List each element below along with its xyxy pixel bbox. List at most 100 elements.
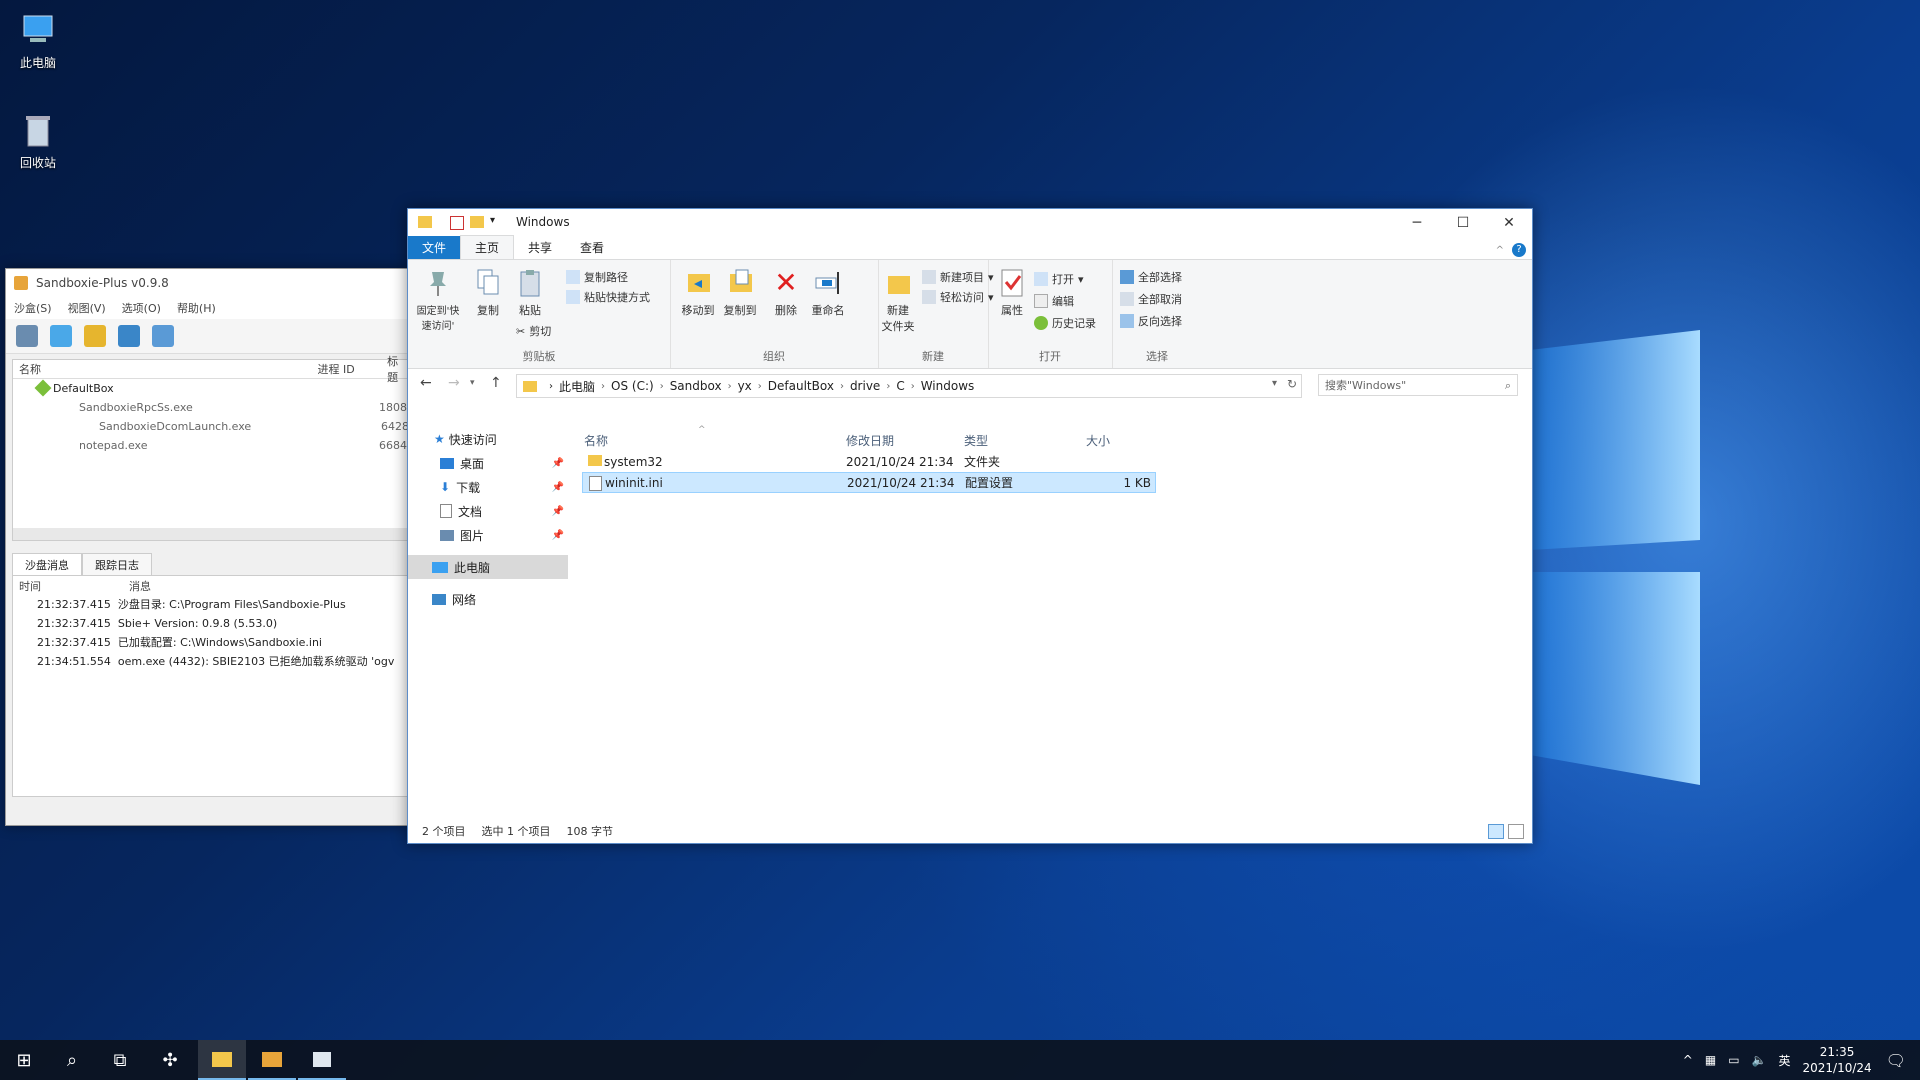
desktop-icon-this-pc[interactable]: 此电脑 (0, 10, 78, 71)
nav-this-pc[interactable]: 此电脑 (408, 555, 568, 579)
window-finder-icon[interactable] (118, 325, 140, 347)
breadcrumb-item[interactable]: OS (C:) (611, 379, 654, 393)
action-center-icon[interactable]: 🗨 (1886, 1051, 1906, 1070)
cut-button[interactable]: ✂ 剪切 (516, 322, 551, 340)
file-row[interactable]: wininit.ini 2021/10/24 21:34 配置设置 1 KB (582, 472, 1156, 493)
explorer-titlebar[interactable]: ▾ Windows ─ ☐ ✕ (408, 209, 1532, 237)
nav-desktop[interactable]: 桌面 📌 (408, 451, 568, 475)
tab-share[interactable]: 共享 (514, 236, 566, 259)
chevron-down-icon[interactable]: ▾ (490, 215, 495, 226)
breadcrumb-item[interactable]: DefaultBox (768, 379, 834, 393)
new-item-button[interactable]: 新建项目 ▾ (922, 268, 994, 286)
minimize-button[interactable]: ─ (1394, 209, 1440, 237)
nav-documents[interactable]: 文档 📌 (408, 499, 568, 523)
nav-quick-access[interactable]: ★ 快速访问 (408, 427, 568, 451)
list-view-icon[interactable] (152, 325, 174, 347)
tree-row-process[interactable]: SandboxieDcomLaunch.exe 6428 (13, 417, 409, 436)
nav-downloads[interactable]: ⬇ 下载 📌 (408, 475, 568, 499)
nav-network[interactable]: 网络 (408, 587, 568, 611)
copy-button[interactable]: 复制 (468, 268, 508, 318)
explorer-window[interactable]: ▾ Windows ─ ☐ ✕ 文件 主页 共享 查看 ^ ? 固定到'快速访问… (407, 208, 1533, 844)
paste-button[interactable]: 粘贴 (510, 268, 550, 318)
menu-sandbox[interactable]: 沙盒(S) (14, 300, 52, 316)
paste-shortcut-button[interactable]: 粘贴快捷方式 (566, 288, 650, 306)
sandboxie-window[interactable]: Sandboxie-Plus v0.9.8 沙盒(S) 视图(V) 选项(O) … (5, 268, 410, 826)
help-icon[interactable]: ? (1512, 243, 1526, 257)
copy-path-button[interactable]: 复制路径 (566, 268, 628, 286)
maximize-button[interactable]: ☐ (1440, 209, 1486, 237)
horizontal-scrollbar[interactable] (13, 528, 409, 540)
back-arrow-icon[interactable]: ← (420, 375, 432, 391)
breadcrumb-item[interactable]: Sandbox (670, 379, 722, 393)
properties-button[interactable]: 属性 (992, 268, 1032, 318)
file-list[interactable]: 名称 ^ 修改日期 类型 大小 system32 2021/10/24 21:3… (578, 425, 1528, 807)
tab-view[interactable]: 查看 (566, 236, 618, 259)
pin-quick-access-button[interactable]: 固定到'快速访问' (414, 268, 462, 332)
tab-messages[interactable]: 沙盘消息 (12, 553, 82, 577)
history-button[interactable]: 历史记录 (1034, 314, 1096, 332)
search-button[interactable]: ⌕ (48, 1040, 96, 1080)
address-dropdown-icon[interactable]: ▾ (1272, 378, 1277, 389)
forward-arrow-icon[interactable]: → (448, 375, 460, 391)
address-bar[interactable]: › 此电脑 › OS (C:) › Sandbox › yx › DefaultBox ›… (516, 374, 1302, 398)
desktop-icon-recycle-bin[interactable]: 回收站 (0, 110, 78, 171)
cleanup-icon[interactable] (84, 325, 106, 347)
breadcrumb-item[interactable]: Windows (921, 379, 975, 393)
snowflake-icon[interactable] (50, 325, 72, 347)
col-date[interactable]: 修改日期 (846, 432, 894, 449)
search-input[interactable]: 搜索"Windows" ⌕ (1318, 374, 1518, 396)
nav-pictures[interactable]: 图片 📌 (408, 523, 568, 547)
delete-button[interactable]: ✕ 删除 (766, 268, 806, 318)
properties-quick-icon[interactable] (450, 216, 464, 230)
collapse-ribbon-icon[interactable]: ^ (1496, 245, 1504, 256)
ime-indicator[interactable]: 英 (1779, 1052, 1791, 1069)
move-to-button[interactable]: 移动到 (678, 268, 718, 318)
tab-file[interactable]: 文件 (408, 236, 461, 259)
show-hidden-icons-chevron-icon[interactable]: ^ (1683, 1053, 1693, 1067)
tree-row-process[interactable]: notepad.exe 6684 (13, 436, 409, 455)
taskbar-app-explorer[interactable] (198, 1040, 246, 1080)
message-log[interactable]: 时间 消息 21:32:37.415 沙盘目录: C:\Program File… (12, 575, 410, 797)
tree-row-box[interactable]: DefaultBox (13, 379, 409, 398)
task-view-button[interactable]: ⧉ (96, 1040, 144, 1080)
taskbar-app-notepad[interactable] (298, 1040, 346, 1080)
clock[interactable]: 21:35 2021/10/24 (1803, 1044, 1872, 1076)
open-button[interactable]: 打开 ▾ (1034, 270, 1084, 288)
select-none-button[interactable]: 全部取消 (1120, 290, 1182, 308)
rename-button[interactable]: 重命名 (808, 268, 848, 318)
breadcrumb-item[interactable]: drive (850, 379, 880, 393)
invert-selection-button[interactable]: 反向选择 (1120, 312, 1182, 330)
col-type[interactable]: 类型 (964, 432, 988, 449)
close-button[interactable]: ✕ (1486, 209, 1532, 237)
menu-view[interactable]: 视图(V) (68, 300, 106, 316)
tab-home[interactable]: 主页 (460, 235, 515, 259)
new-folder-button[interactable]: 新建 文件夹 (878, 268, 918, 334)
select-all-button[interactable]: 全部选择 (1120, 268, 1182, 286)
breadcrumb-item[interactable]: 此电脑 (559, 378, 595, 395)
easy-access-button[interactable]: 轻松访问 ▾ (922, 288, 994, 306)
taskbar-app-sandboxie[interactable] (248, 1040, 296, 1080)
network-icon[interactable]: ▭ (1728, 1053, 1739, 1067)
sandbox-tree[interactable]: 名称 进程 ID 标题 DefaultBox SandboxieRpcSs.ex… (12, 355, 410, 541)
up-arrow-icon[interactable]: ↑ (490, 375, 502, 391)
new-folder-quick-icon[interactable] (470, 216, 484, 228)
start-button[interactable]: ⊞ (0, 1040, 48, 1080)
keyboard-icon[interactable]: ▦ (1705, 1053, 1716, 1067)
volume-icon[interactable]: 🔈 (1752, 1053, 1767, 1067)
taskbar-app-fan[interactable]: ✣ (146, 1040, 194, 1080)
breadcrumb-item[interactable]: C (896, 379, 904, 393)
sandboxie-titlebar[interactable]: Sandboxie-Plus v0.9.8 (6, 269, 408, 297)
col-name[interactable]: 名称 (584, 432, 608, 449)
edit-button[interactable]: 编辑 (1034, 292, 1074, 310)
settings-icon[interactable] (16, 325, 38, 347)
menu-help[interactable]: 帮助(H) (177, 300, 216, 316)
tree-row-process[interactable]: SandboxieRpcSs.exe 1808 (13, 398, 409, 417)
breadcrumb-item[interactable]: yx (738, 379, 752, 393)
col-pid[interactable]: 进程 ID (317, 361, 387, 377)
col-name[interactable]: 名称 (13, 361, 317, 377)
large-icons-view-icon[interactable] (1508, 824, 1524, 839)
tab-trace-log[interactable]: 跟踪日志 (82, 553, 152, 577)
details-view-icon[interactable] (1488, 824, 1504, 839)
file-row[interactable]: system32 2021/10/24 21:34 文件夹 (582, 451, 1156, 472)
copy-to-button[interactable]: 复制到 (720, 268, 760, 318)
